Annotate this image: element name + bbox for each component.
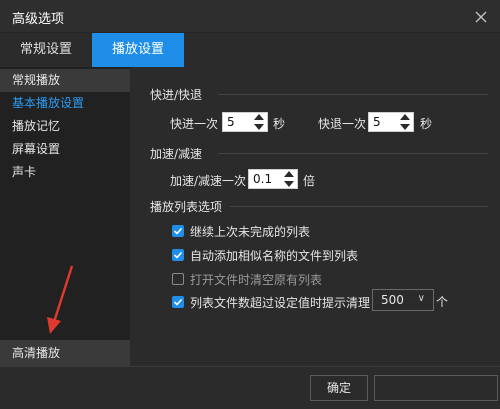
seek-section-divider <box>218 94 488 95</box>
backward-step-label: 快退一次 <box>318 117 367 131</box>
settings-panel: 快进/快退 快进一次 5 秒 快退一次 5 秒 加速/减速 加速/减速一次 0.… <box>130 67 500 366</box>
close-icon <box>475 11 487 23</box>
check-icon <box>173 227 183 235</box>
clear-list-on-open-checkbox[interactable] <box>172 273 184 285</box>
tab-bar: 常规设置 播放设置 <box>0 33 500 67</box>
speed-step-spinbox[interactable]: 0.1 <box>248 169 298 189</box>
forward-step-label: 快进一次 <box>170 117 219 131</box>
list-limit-unit: 个 <box>436 295 449 309</box>
sidebar-item-hd-playback[interactable]: 高清播放 <box>0 340 130 366</box>
speed-step-unit: 倍 <box>303 174 316 188</box>
sidebar-item-basic-playback[interactable]: 基本播放设置 <box>0 92 130 115</box>
spin-up-icon[interactable] <box>254 114 264 120</box>
speed-step-value: 0.1 <box>253 172 273 186</box>
spin-down-icon[interactable] <box>254 124 264 130</box>
forward-step-spinbox[interactable]: 5 <box>222 112 268 132</box>
window-title: 高级选项 <box>12 12 65 27</box>
cleanup-prompt-label: 列表文件数超过设定值时提示清理 <box>190 296 371 310</box>
speed-step-arrows[interactable] <box>282 171 296 187</box>
title-bar: 高级选项 <box>0 0 500 33</box>
spin-up-icon[interactable] <box>284 171 294 177</box>
advanced-options-dialog: 高级选项 常规设置 播放设置 常规播放 基本播放设置 播放记忆 屏幕设置 声卡 … <box>0 0 500 409</box>
speed-section-divider <box>218 153 488 154</box>
list-limit-select[interactable]: 500 ∨ <box>372 289 434 311</box>
spin-down-icon[interactable] <box>400 124 410 130</box>
cleanup-prompt-checkbox[interactable] <box>172 296 184 308</box>
seek-section-title: 快进/快退 <box>150 88 203 102</box>
check-icon <box>173 251 183 259</box>
dialog-footer: 确定 <box>0 366 500 409</box>
continue-playlist-checkbox[interactable] <box>172 225 184 237</box>
ok-button[interactable]: 确定 <box>310 375 368 401</box>
forward-step-value: 5 <box>227 115 235 129</box>
list-limit-value: 500 <box>381 293 404 307</box>
spin-down-icon[interactable] <box>284 181 294 187</box>
playlist-section-title: 播放列表选项 <box>150 200 223 214</box>
playlist-section-divider <box>230 206 488 207</box>
speed-section-title: 加速/减速 <box>150 147 203 161</box>
forward-step-arrows[interactable] <box>252 114 266 130</box>
auto-add-similar-label: 自动添加相似名称的文件到列表 <box>190 249 359 263</box>
sidebar-item-sound-card[interactable]: 声卡 <box>0 161 130 184</box>
cancel-button[interactable] <box>374 375 498 401</box>
backward-step-spinbox[interactable]: 5 <box>368 112 414 132</box>
sidebar-item-playback-memory[interactable]: 播放记忆 <box>0 115 130 138</box>
chevron-down-icon: ∨ <box>417 293 425 304</box>
continue-playlist-label: 继续上次未完成的列表 <box>190 225 311 239</box>
backward-step-unit: 秒 <box>420 117 433 131</box>
backward-step-value: 5 <box>373 115 381 129</box>
check-icon <box>173 298 183 306</box>
auto-add-similar-checkbox[interactable] <box>172 249 184 261</box>
tab-general-settings[interactable]: 常规设置 <box>0 33 92 67</box>
speed-step-label: 加速/减速一次 <box>170 174 247 188</box>
annotation-arrow-icon <box>47 265 74 334</box>
clear-list-on-open-label: 打开文件时清空原有列表 <box>190 273 323 287</box>
spin-up-icon[interactable] <box>400 114 410 120</box>
sidebar-item-screen-settings[interactable]: 屏幕设置 <box>0 138 130 161</box>
forward-step-unit: 秒 <box>273 117 286 131</box>
sidebar-item-general-playback[interactable]: 常规播放 <box>0 69 130 92</box>
backward-step-arrows[interactable] <box>398 114 412 130</box>
close-button[interactable] <box>470 6 492 28</box>
tab-playback-settings[interactable]: 播放设置 <box>92 33 184 67</box>
